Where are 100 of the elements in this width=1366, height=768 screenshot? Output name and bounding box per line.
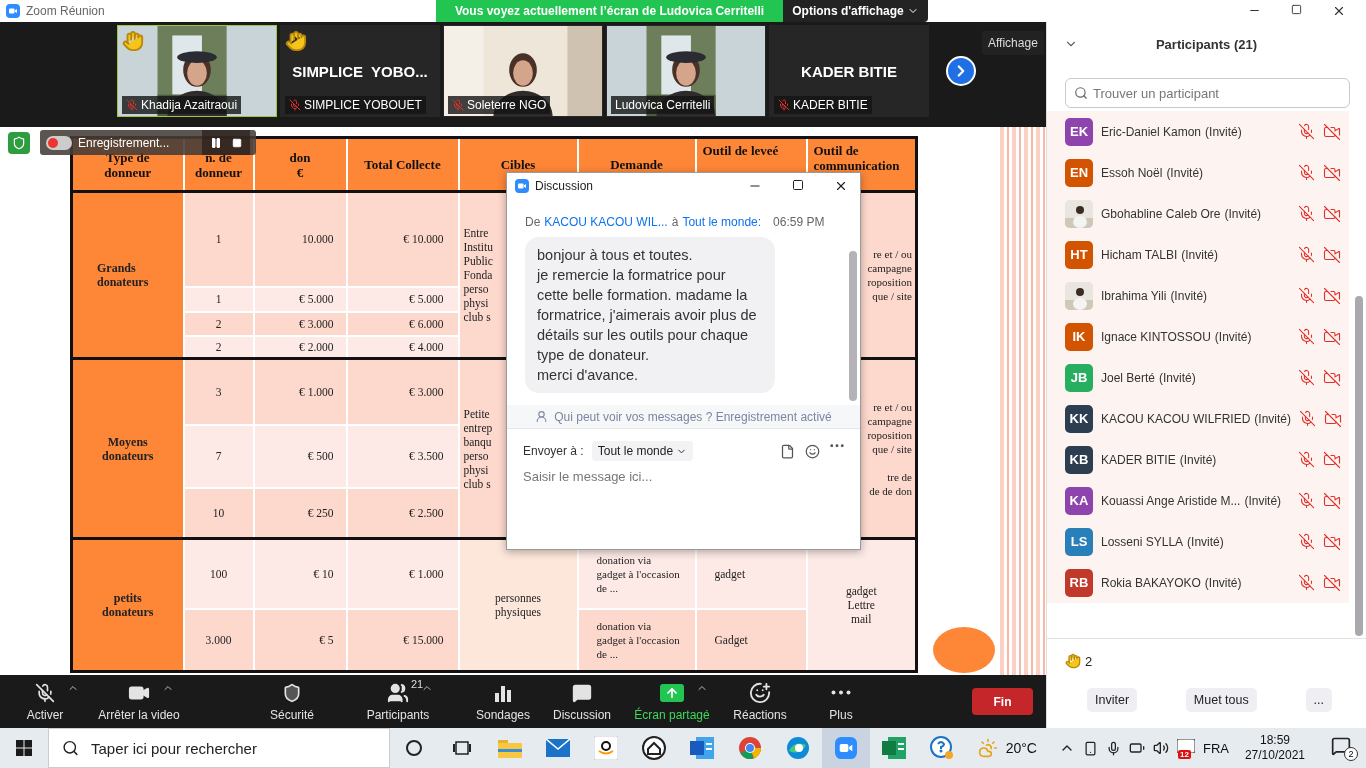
battery-icon[interactable] xyxy=(1128,740,1145,756)
table-cell: € 5.000 xyxy=(346,286,459,312)
participant-name[interactable]: Eric-Daniel Kamon xyxy=(1101,124,1202,139)
avatar: EK xyxy=(1065,117,1093,146)
mic-muted-icon[interactable] xyxy=(1298,286,1315,304)
video-off-icon[interactable] xyxy=(1323,327,1341,346)
mic-muted-icon[interactable] xyxy=(1298,327,1315,345)
mic-icon[interactable] xyxy=(1105,740,1121,756)
participant-name[interactable]: Losseni SYLLA xyxy=(1101,534,1184,549)
mic-muted-icon[interactable] xyxy=(1298,532,1315,550)
toolbar-button[interactable]: Discussion xyxy=(543,681,621,722)
toolbar-button[interactable]: Sondages xyxy=(463,681,543,722)
raised-hands-count: 2 xyxy=(1085,653,1093,669)
toolbar-button[interactable]: Activer xyxy=(0,681,90,722)
view-button[interactable]: Affichage xyxy=(982,31,1044,55)
input-language[interactable]: FRA xyxy=(1202,740,1229,756)
mic-muted-icon[interactable] xyxy=(1298,368,1315,386)
toolbar-button[interactable]: Réactions xyxy=(722,681,798,722)
video-camera-icon xyxy=(6,4,20,18)
video-off-icon[interactable] xyxy=(1323,245,1341,264)
avatar: RB xyxy=(1065,568,1093,597)
table-cell: € 2.500 xyxy=(346,487,459,539)
table-cell: 3 xyxy=(183,358,254,425)
search-icon xyxy=(1074,86,1088,100)
participant-name[interactable]: Essoh Noël xyxy=(1101,165,1163,180)
end-meeting-button[interactable]: Fin xyxy=(972,688,1033,715)
taskbar-search-field[interactable]: Taper ici pour rechercher xyxy=(48,728,390,768)
volume-icon[interactable] xyxy=(1152,740,1169,756)
record-toggle-icon[interactable] xyxy=(46,135,72,150)
participant-name[interactable]: KACOU KACOU WILFRIED xyxy=(1101,411,1251,426)
participant-name[interactable]: Ibrahima Yili xyxy=(1101,288,1167,303)
video-off-icon[interactable] xyxy=(1323,573,1341,592)
more-icon[interactable] xyxy=(830,443,844,447)
file-icon[interactable] xyxy=(780,443,795,459)
participant-name[interactable]: Gbohabline Caleb Ore xyxy=(1101,206,1221,221)
toolbar-button[interactable]: Sécurité xyxy=(250,681,334,722)
recipient-name[interactable]: Tout le monde: xyxy=(682,215,762,229)
video-off-icon[interactable] xyxy=(1323,532,1341,551)
table-cell: Gadget xyxy=(695,608,807,672)
close-icon[interactable] xyxy=(834,179,848,193)
participant-name[interactable]: KADER BITIE xyxy=(1101,452,1176,467)
participant-name[interactable]: Ignace KINTOSSOU xyxy=(1101,329,1211,344)
video-tile[interactable]: SIMPLICE YOBO... SIMPLICE YOBOUET xyxy=(280,25,440,117)
panel-button[interactable]: Inviter xyxy=(1087,688,1138,712)
phone-icon[interactable] xyxy=(1082,740,1098,756)
video-off-icon[interactable] xyxy=(1323,450,1341,469)
participant-name[interactable]: Joel Berté xyxy=(1101,370,1156,385)
clock[interactable]: 18:59 27/10/2021 xyxy=(1244,733,1305,763)
maximize-icon[interactable] xyxy=(792,179,804,191)
search-icon xyxy=(62,739,79,757)
avatar: IK xyxy=(1065,322,1093,351)
search-field[interactable]: Trouver un participant xyxy=(1065,78,1350,108)
mic-muted-icon[interactable] xyxy=(1298,204,1315,222)
mic-muted-icon[interactable] xyxy=(1298,163,1315,181)
video-off-icon[interactable] xyxy=(1323,286,1341,305)
scrollbar-thumb[interactable] xyxy=(1355,296,1363,636)
video-app-icon[interactable] xyxy=(822,728,870,768)
video-off-icon[interactable] xyxy=(1324,409,1343,428)
video-off-icon[interactable] xyxy=(1323,122,1341,141)
video-off-icon[interactable] xyxy=(1323,204,1341,223)
video-tile[interactable]: Ludovica Cerritelli xyxy=(606,25,766,117)
mic-muted-icon[interactable] xyxy=(1299,409,1317,427)
mic-muted-icon[interactable] xyxy=(1298,245,1315,263)
participant-name[interactable]: Rokia BAKAYOKO xyxy=(1101,575,1201,590)
participant-role: (Invité) xyxy=(1166,165,1204,180)
participant-name[interactable]: Kouassi Ange Aristide M... xyxy=(1101,493,1241,508)
mic-muted-icon[interactable] xyxy=(1298,491,1315,509)
mic-muted-icon[interactable] xyxy=(1298,573,1315,591)
toolbar-button[interactable]: Plus xyxy=(810,681,872,722)
video-off-icon[interactable] xyxy=(1323,163,1341,182)
panel-button[interactable]: ... xyxy=(1305,688,1332,712)
table-cell: € 3.000 xyxy=(253,311,347,336)
temperature[interactable]: 20°C xyxy=(1005,740,1037,756)
panel-button[interactable]: Muet tous xyxy=(1185,688,1257,712)
toolbar-button[interactable]: Écran partagé xyxy=(622,681,722,722)
video-off-icon[interactable] xyxy=(1323,491,1341,510)
video-tile[interactable]: KADER BITIE KADER BITIE xyxy=(769,25,929,117)
toolbar-button[interactable]: Arrêter la video xyxy=(90,681,188,722)
close-icon[interactable] xyxy=(1332,4,1346,18)
recipient-dropdown[interactable]: Tout le monde xyxy=(591,441,694,461)
participant-name: KADER BITIE xyxy=(801,62,897,80)
emoji-icon[interactable] xyxy=(805,443,820,459)
video-off-icon[interactable] xyxy=(1323,368,1341,387)
video-tile[interactable]: Soleterre NGO xyxy=(443,25,603,117)
mic-muted-icon[interactable] xyxy=(1298,450,1315,468)
pause-icon[interactable] xyxy=(210,136,222,149)
shield-icon xyxy=(282,682,302,703)
mic-muted-icon[interactable] xyxy=(1298,122,1315,140)
video-tile[interactable]: Khadija Azaitraoui xyxy=(117,25,277,117)
security-shield-icon[interactable] xyxy=(8,131,30,154)
maximize-icon[interactable] xyxy=(1291,4,1302,15)
person-icon xyxy=(535,410,549,423)
view-options-button[interactable]: Options d'affichage xyxy=(783,0,928,22)
participant-role: (Invité) xyxy=(1170,288,1208,303)
scrollbar-thumb[interactable] xyxy=(849,251,857,401)
table-cell: € 5.000 xyxy=(253,286,347,312)
stop-icon[interactable] xyxy=(232,137,242,148)
smiley-plus-icon xyxy=(749,681,771,704)
next-page-button[interactable] xyxy=(946,56,976,86)
participant-name[interactable]: Hicham TALBI xyxy=(1101,247,1178,262)
